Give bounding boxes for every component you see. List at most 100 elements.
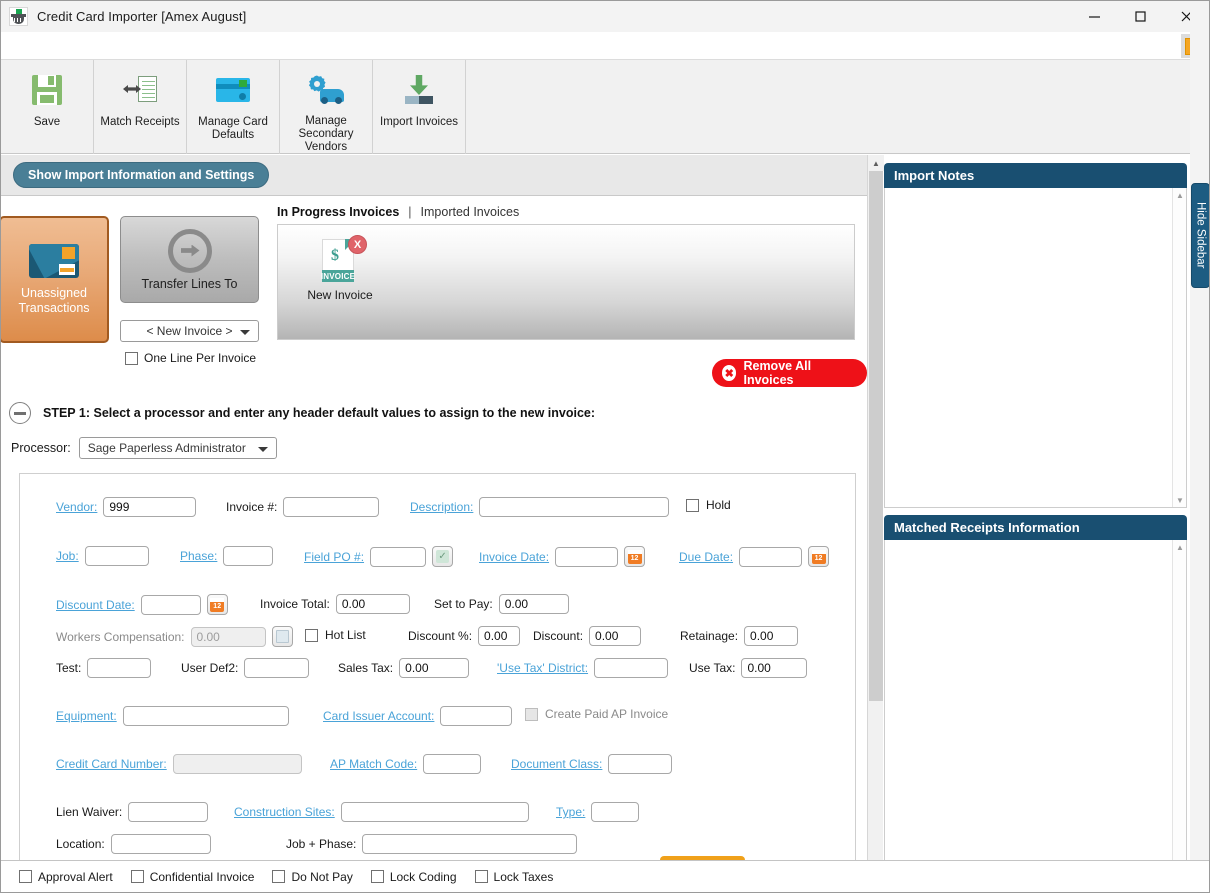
collapse-minus-icon[interactable]	[9, 402, 31, 424]
remove-invoice-icon[interactable]: X	[348, 235, 367, 254]
matched-receipts-body[interactable]: ▲ ▼	[884, 540, 1187, 885]
confidential-invoice-group[interactable]: Confidential Invoice	[130, 870, 254, 884]
scroll-up-icon[interactable]: ▲	[868, 155, 884, 171]
approval-alert-group[interactable]: Approval Alert	[19, 870, 113, 884]
type-input[interactable]	[591, 802, 640, 822]
left-panel-scrollbar[interactable]: ▲ ▼	[867, 155, 884, 892]
due-date-label[interactable]: Due Date:	[679, 550, 733, 564]
lock-taxes-group[interactable]: Lock Taxes	[474, 870, 553, 884]
discount-percent-input[interactable]: 0.00	[478, 626, 521, 646]
scrollbar-thumb[interactable]	[869, 171, 883, 701]
match-receipts-icon	[119, 70, 161, 110]
minimize-icon[interactable]	[1071, 1, 1117, 32]
scroll-up-icon[interactable]: ▲	[1173, 188, 1187, 202]
use-tax-district-input[interactable]	[594, 658, 669, 678]
ribbon-import-invoices-button[interactable]: Import Invoices	[373, 60, 466, 154]
user-def2-input[interactable]	[244, 658, 310, 678]
field-po-lookup-button[interactable]: ✓	[432, 546, 454, 567]
hide-sidebar-tab[interactable]: Hide Sidebar	[1191, 183, 1209, 288]
unassigned-transactions-card[interactable]: Unassigned Transactions	[1, 216, 109, 343]
card-issuer-account-input[interactable]	[440, 706, 513, 726]
type-label[interactable]: Type:	[556, 805, 585, 819]
sales-tax-input[interactable]: 0.00	[399, 658, 470, 678]
do-not-pay-group[interactable]: Do Not Pay	[272, 870, 353, 884]
lock-taxes-checkbox[interactable]	[474, 870, 488, 883]
import-notes-body[interactable]: ▲ ▼	[884, 188, 1187, 508]
workers-compensation-calculator-button[interactable]	[271, 626, 293, 647]
scroll-down-icon[interactable]: ▼	[1173, 493, 1187, 507]
ribbon-match-receipts-button[interactable]: Match Receipts	[94, 60, 187, 154]
ap-match-code-input[interactable]	[423, 754, 482, 774]
field-po-input[interactable]	[370, 546, 427, 567]
job-label[interactable]: Job:	[56, 549, 79, 563]
credit-card-number-input[interactable]	[172, 754, 302, 774]
lock-coding-checkbox[interactable]	[370, 870, 384, 883]
invoice-date-calendar-button[interactable]: 12	[624, 546, 646, 567]
phase-label[interactable]: Phase:	[180, 549, 217, 563]
card-issuer-account-label[interactable]: Card Issuer Account:	[323, 709, 434, 723]
use-tax-input[interactable]: 0.00	[741, 658, 808, 678]
ribbon-save-button[interactable]: Save	[1, 60, 94, 154]
due-date-input[interactable]	[739, 546, 803, 567]
confidential-invoice-checkbox[interactable]	[130, 870, 144, 883]
do-not-pay-checkbox[interactable]	[272, 870, 286, 883]
lock-coding-group[interactable]: Lock Coding	[370, 870, 457, 884]
invoice-date-input[interactable]	[555, 546, 619, 567]
discount-input[interactable]: 0.00	[589, 626, 642, 646]
discount-date-input[interactable]	[140, 594, 201, 615]
use-tax-district-label[interactable]: 'Use Tax' District:	[497, 661, 588, 675]
vendor-label[interactable]: Vendor:	[56, 500, 97, 514]
invoice-date-label[interactable]: Invoice Date:	[479, 550, 549, 564]
tab-in-progress-invoices[interactable]: In Progress Invoices	[277, 205, 399, 219]
ribbon-save-label: Save	[33, 116, 61, 128]
import-notes-scrollbar[interactable]: ▲ ▼	[1172, 188, 1186, 507]
ribbon-manage-secondary-vendors-button[interactable]: Manage Secondary Vendors	[280, 60, 373, 154]
equipment-label[interactable]: Equipment:	[56, 709, 117, 723]
processor-dropdown[interactable]: Sage Paperless Administrator	[78, 437, 277, 459]
remove-all-invoices-button[interactable]: ✖ Remove All Invoices	[712, 359, 867, 387]
invoice-total-input[interactable]: 0.00	[335, 594, 410, 614]
discount-date-calendar-button[interactable]: 12	[206, 594, 228, 615]
one-line-per-invoice-checkbox[interactable]	[125, 351, 138, 365]
construction-sites-label[interactable]: Construction Sites:	[234, 805, 335, 819]
construction-sites-input[interactable]	[340, 802, 529, 822]
hold-field-group[interactable]: Hold	[686, 498, 731, 512]
retainage-input[interactable]: 0.00	[744, 626, 799, 646]
hot-list-checkbox[interactable]	[305, 628, 318, 642]
discount-date-label[interactable]: Discount Date:	[56, 598, 135, 612]
discount-date-field-group: Discount Date: 12	[56, 594, 228, 615]
hold-checkbox[interactable]	[686, 498, 699, 512]
workers-compensation-input[interactable]: 0.00	[190, 626, 266, 647]
description-input[interactable]	[479, 497, 670, 517]
ribbon-manage-card-defaults-button[interactable]: Manage Card Defaults	[187, 60, 280, 154]
job-phase-input[interactable]	[362, 834, 578, 854]
due-date-calendar-button[interactable]: 12	[808, 546, 830, 567]
lien-waiver-input[interactable]	[128, 802, 209, 822]
scroll-up-icon[interactable]: ▲	[1173, 540, 1187, 554]
ap-match-code-label[interactable]: AP Match Code:	[330, 757, 417, 771]
job-input[interactable]	[84, 546, 149, 566]
retainage-label: Retainage:	[680, 629, 739, 643]
one-line-per-invoice-row[interactable]: One Line Per Invoice	[125, 351, 256, 365]
hot-list-field-group[interactable]: Hot List	[305, 628, 366, 642]
vendor-input[interactable]: 999	[103, 497, 197, 517]
transfer-lines-to-button[interactable]: Transfer Lines To	[120, 216, 259, 303]
phase-input[interactable]	[223, 546, 274, 566]
approval-alert-checkbox[interactable]	[19, 870, 32, 883]
credit-card-number-label[interactable]: Credit Card Number:	[56, 757, 167, 771]
set-to-pay-input[interactable]: 0.00	[498, 594, 569, 614]
tab-imported-invoices[interactable]: Imported Invoices	[421, 205, 520, 219]
maximize-icon[interactable]	[1117, 1, 1163, 32]
matched-receipts-scrollbar[interactable]: ▲ ▼	[1172, 540, 1186, 884]
document-class-label[interactable]: Document Class:	[511, 757, 602, 771]
invoice-tile-new-invoice[interactable]: $ INVOICE X New Invoice	[302, 235, 378, 302]
description-label[interactable]: Description:	[410, 500, 473, 514]
show-import-information-and-settings-button[interactable]: Show Import Information and Settings	[13, 162, 270, 188]
new-invoice-dropdown[interactable]: < New Invoice >	[120, 320, 259, 342]
location-input[interactable]	[110, 834, 211, 854]
invoice-number-input[interactable]	[283, 497, 380, 517]
equipment-input[interactable]	[122, 706, 289, 726]
document-class-input[interactable]	[608, 754, 673, 774]
field-po-label[interactable]: Field PO #:	[304, 550, 364, 564]
test-input[interactable]	[87, 658, 152, 678]
